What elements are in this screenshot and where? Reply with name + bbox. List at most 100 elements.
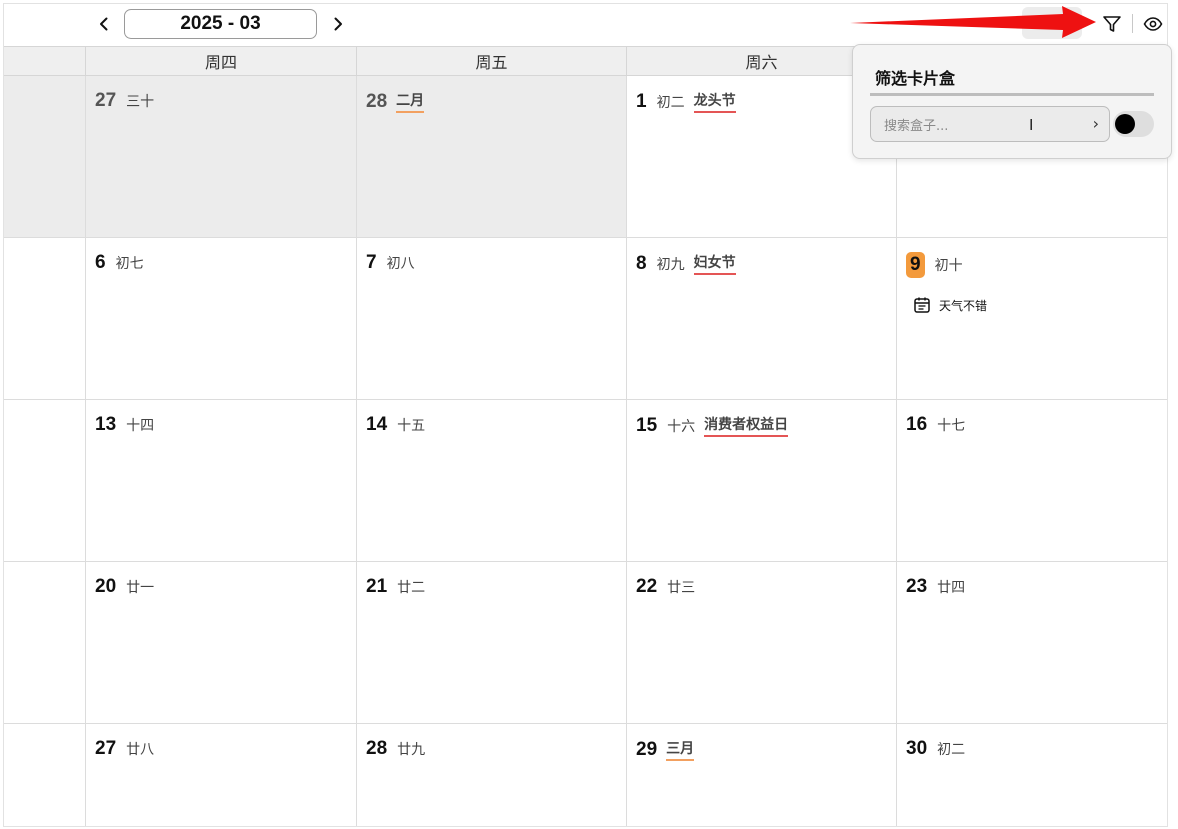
lunar-date: 廿四 [937,580,966,596]
lunar-date: 廿三 [667,580,696,596]
day-number: 22 [636,576,658,597]
lunar-date: 廿九 [397,742,426,758]
day-cell-header: 22 廿三 [636,576,695,598]
day-cell[interactable]: 9 初十天气不错 [896,238,1168,399]
day-cell-header: 21 廿二 [366,576,425,598]
lunar-date: 十七 [937,418,966,434]
chevron-right-icon [334,17,342,31]
lunar-date: 初二 [656,94,685,111]
lunar-date: 三十 [126,94,155,110]
day-cell[interactable]: 30 初二 [896,724,1168,827]
day-number: 14 [366,414,388,435]
day-cell[interactable]: 20 廿一 [85,562,356,723]
calendar-icon [914,297,930,313]
lunar-date: 初九 [656,256,685,273]
day-cell[interactable]: 21 廿二 [356,562,626,723]
week-row: 20 廿一 21 廿二 22 廿三 23 廿四 [3,562,1168,724]
day-cell[interactable]: 14 十五 [356,400,626,561]
week-side-cell [3,562,85,723]
lunar-date: 初七 [115,256,144,272]
day-cell-header: 16 十七 [906,414,965,436]
day-cell-header: 1 初二 龙头节 [636,90,736,113]
event-item[interactable]: 天气不错 [913,296,987,314]
filter-icon [1103,16,1121,32]
day-number: 7 [366,252,377,273]
current-month-label: 2025 - 03 [180,13,261,34]
today-badge: 9 [906,252,925,278]
day-cell-header: 27 三十 [95,90,154,112]
day-number: 21 [366,576,388,597]
weekday-fri: 周五 [356,47,626,75]
day-number: 28 [366,738,388,759]
day-cell[interactable]: 28 廿九 [356,724,626,827]
view-toggle-button[interactable] [1141,12,1165,36]
day-number: 6 [95,252,106,273]
day-cell-header: 6 初七 [95,252,144,274]
next-month-button[interactable] [326,10,350,38]
filter-popup: 筛选卡片盒 搜索盒子... I › [852,44,1172,159]
week-row: 6 初七 7 初八 8 初九 妇女节 9 初十天气不错 [3,238,1168,400]
day-cell-header: 23 廿四 [906,576,965,598]
annotation-arrow-icon [850,6,1096,38]
toolbar: 2025 - 03 [0,0,1178,46]
week-row: 13 十四 14 十五 15 十六 消费者权益日 16 十七 [3,400,1168,562]
day-number: 29 [636,738,658,760]
day-number: 27 [95,738,117,759]
eye-icon [1143,17,1163,31]
lunar-date: 廿一 [126,580,155,596]
day-number: 28 [366,90,388,112]
day-number: 8 [636,252,647,274]
toggle-knob [1115,114,1135,134]
day-cell-header: 29 三月 [636,738,695,761]
chevron-left-icon [100,17,108,31]
day-cell-header: 8 初九 妇女节 [636,252,736,275]
lunar-date: 初二 [937,742,966,758]
festival-label: 二月 [396,90,425,113]
day-cell[interactable]: 22 廿三 [626,562,896,723]
filter-button[interactable] [1100,12,1124,36]
weekday-header-spacer [3,47,85,75]
day-cell[interactable]: 28 二月 [356,76,626,237]
text-cursor-icon: I [1029,116,1034,134]
day-number: 30 [906,738,928,759]
filter-popup-title: 筛选卡片盒 [875,69,956,88]
day-cell[interactable]: 7 初八 [356,238,626,399]
lunar-date: 十六 [667,418,696,435]
day-cell[interactable]: 16 十七 [896,400,1168,561]
lunar-date: 十五 [397,418,426,434]
festival-label: 三月 [666,738,695,761]
day-cell[interactable]: 27 三十 [85,76,356,237]
day-cell-header: 28 二月 [366,90,425,113]
day-number: 1 [636,90,647,112]
day-cell[interactable]: 13 十四 [85,400,356,561]
day-cell[interactable]: 29 三月 [626,724,896,827]
lunar-date: 十四 [126,418,155,434]
day-cell[interactable]: 15 十六 消费者权益日 [626,400,896,561]
prev-month-button[interactable] [92,10,116,38]
weekday-thu: 周四 [85,47,356,75]
day-cell-header: 15 十六 消费者权益日 [636,414,789,437]
day-cell[interactable]: 27 廿八 [85,724,356,827]
calendar-app: 2025 - 03 周四 周五 周六 周日 2 [0,0,1178,829]
day-cell-header: 7 初八 [366,252,415,274]
chevron-right-icon[interactable]: › [1093,114,1099,133]
filter-toggle[interactable] [1113,111,1154,137]
day-number: 16 [906,414,928,435]
day-number: 13 [95,414,117,435]
lunar-date: 廿八 [126,742,155,758]
festival-label: 妇女节 [693,252,736,275]
day-cell-header: 9 初十 [906,252,963,278]
day-cell[interactable]: 6 初七 [85,238,356,399]
box-search-input[interactable]: 搜索盒子... I › [870,106,1110,142]
day-cell-header: 20 廿一 [95,576,154,598]
week-side-cell [3,76,85,237]
day-cell[interactable]: 23 廿四 [896,562,1168,723]
day-number: 27 [95,90,117,111]
current-month-picker[interactable]: 2025 - 03 [124,9,317,39]
box-search-placeholder: 搜索盒子... [884,118,949,134]
day-cell[interactable]: 8 初九 妇女节 [626,238,896,399]
day-cell-header: 27 廿八 [95,738,154,760]
day-cell-header: 30 初二 [906,738,965,760]
day-number: 15 [636,414,658,436]
week-side-cell [3,238,85,399]
